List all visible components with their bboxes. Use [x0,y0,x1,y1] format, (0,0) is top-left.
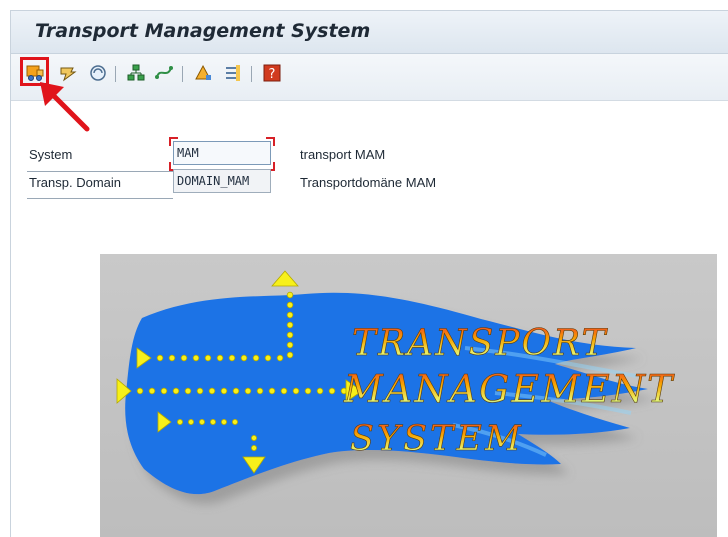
toolbar-separator [251,66,252,82]
system-overview-button[interactable] [124,61,148,85]
tms-logo-graphic: TRANSPORT MANAGEMENT SYSTEM [116,270,675,495]
tms-logo-image: TRANSPORT MANAGEMENT SYSTEM [100,254,717,537]
title-bar: Transport Management System [11,11,728,54]
row-divider [27,198,173,199]
tms-window: Transport Management System ? System MAM… [10,10,728,537]
system-label: System [29,147,73,162]
logo-line-1: TRANSPORT [352,323,608,364]
focus-corner [266,137,275,146]
transport-routes-graph-button[interactable] [152,61,176,85]
transport-domain-description: Transportdomäne MAM [300,175,437,190]
row-divider [27,171,173,172]
settings-icon [226,65,240,81]
help-icon: ? [263,64,281,82]
application-toolbar: ? [11,54,728,101]
red-pointer-arrow [40,82,90,132]
help-button[interactable]: ? [260,61,284,85]
svg-text:?: ? [269,67,276,82]
logo-line-2: MANAGEMENT [343,367,675,411]
system-input[interactable]: MAM [173,141,271,165]
transport-domain-field: DOMAIN_MAM [173,169,271,193]
alert-monitor-icon [195,64,211,80]
window-title: Transport Management System [35,20,371,42]
focus-corner [169,137,178,146]
toolbar-separator [115,66,116,82]
toolbar-separator [182,66,183,82]
logo-line-3: SYSTEM [350,419,524,459]
transport-routes-graph-icon [155,66,173,79]
system-overview-icon [127,64,145,81]
system-description: transport MAM [300,147,386,162]
alert-monitor-button[interactable] [191,61,215,85]
settings-button[interactable] [221,61,245,85]
transport-domain-label: Transp. Domain [29,175,121,190]
